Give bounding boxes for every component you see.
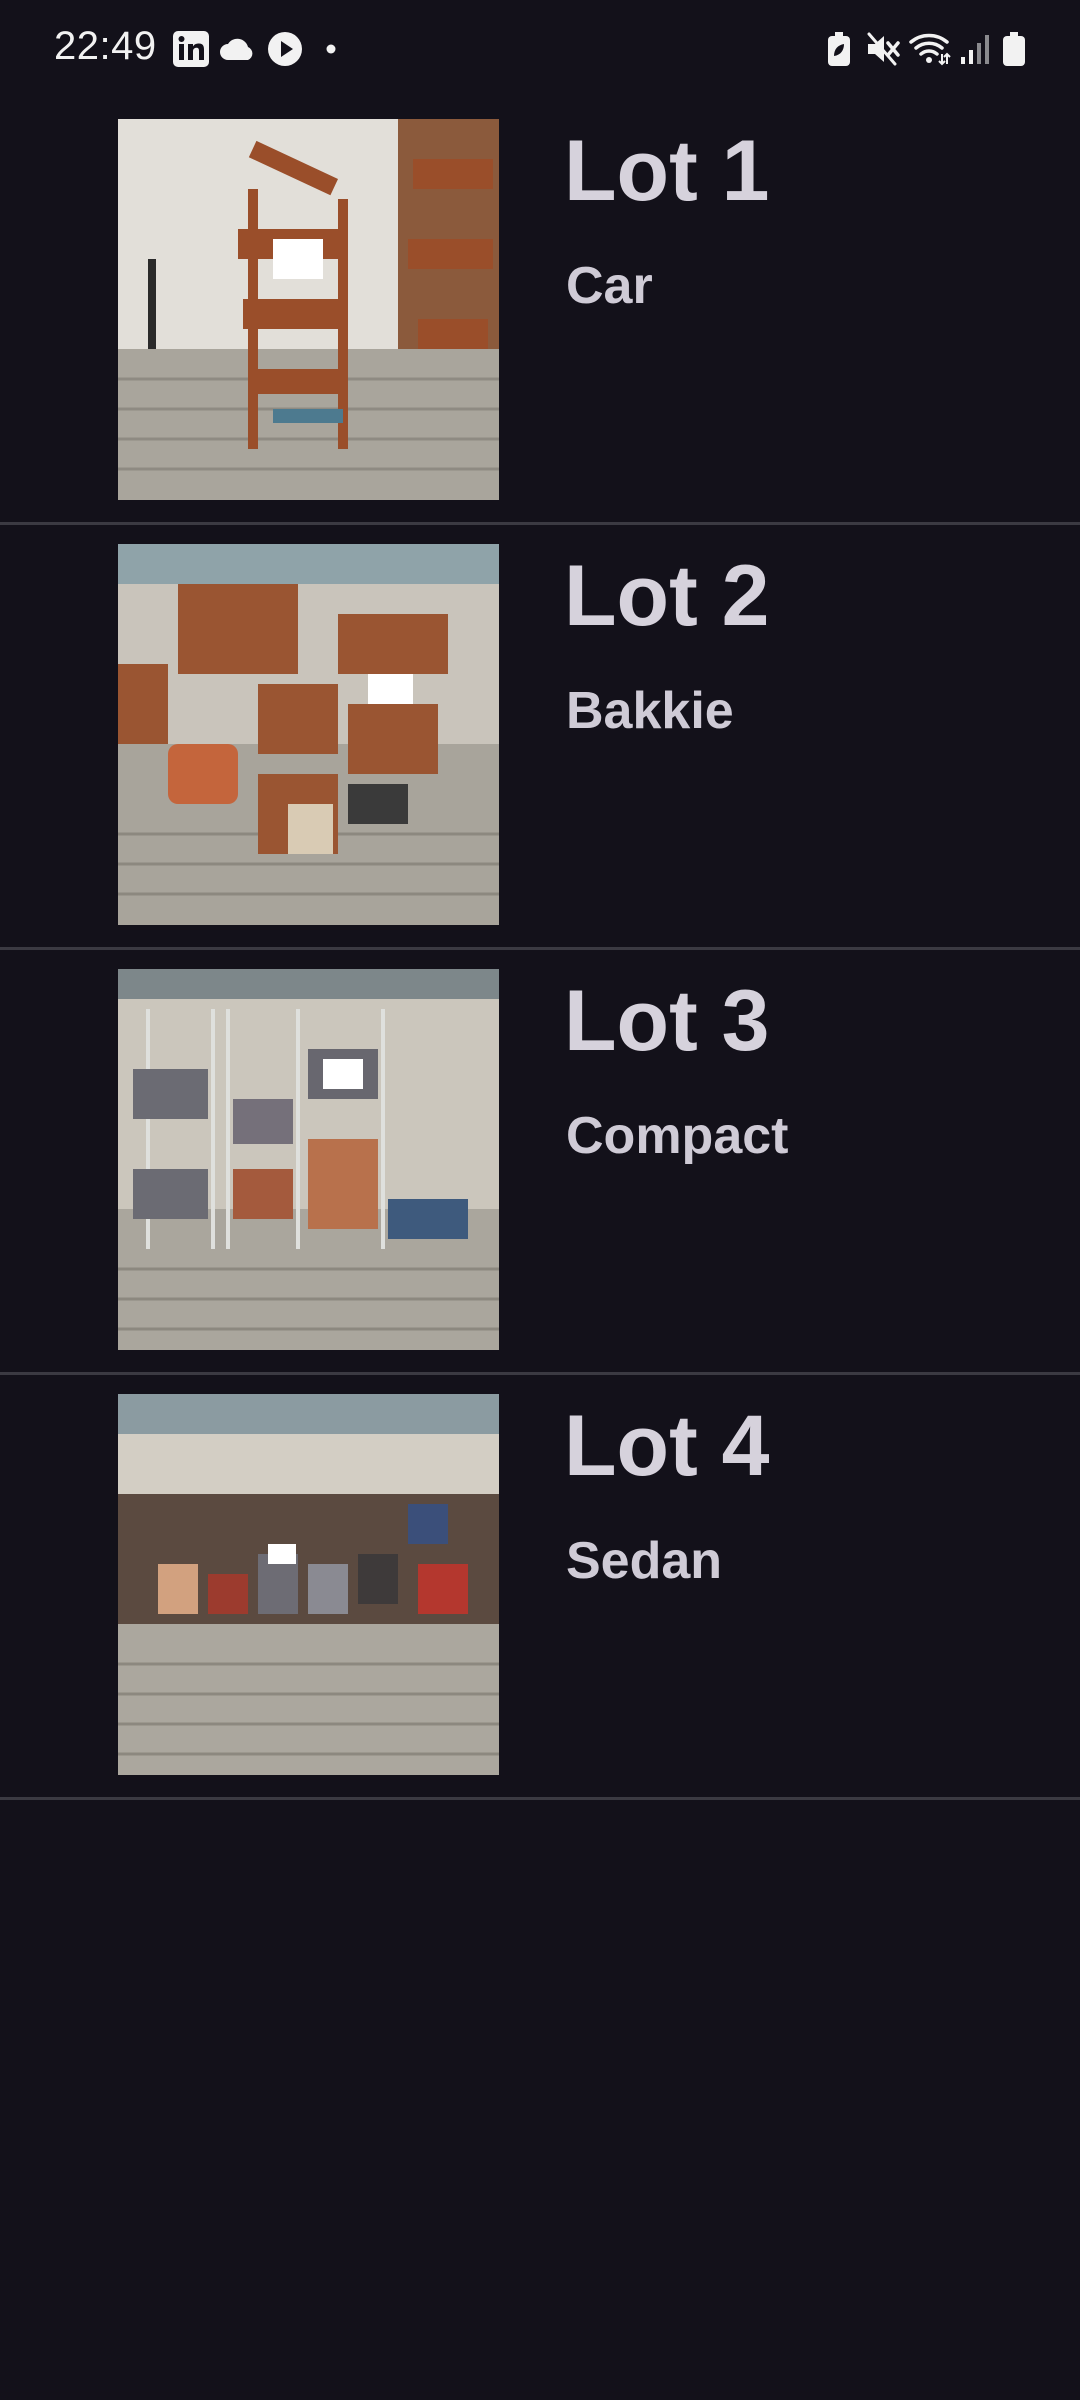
lot-title: Lot 1 <box>564 123 770 219</box>
battery-saver-icon <box>826 28 852 70</box>
lot-thumbnail <box>118 119 499 500</box>
list-item[interactable]: Lot 2 Bakkie <box>0 525 1080 950</box>
lot-list: Lot 1 Car Lot 2 Bakkie Lot 3 Compact Lot… <box>0 100 1080 1800</box>
wifi-icon <box>908 28 952 70</box>
lot-thumbnail <box>118 969 499 1350</box>
play-icon <box>266 28 304 70</box>
lot-title: Lot 3 <box>564 973 770 1069</box>
cloud-icon <box>218 28 258 70</box>
list-item[interactable]: Lot 3 Compact <box>0 950 1080 1375</box>
dot-icon <box>324 28 338 70</box>
signal-icon <box>958 28 992 70</box>
status-time: 22:49 <box>54 24 157 68</box>
linkedin-icon <box>172 28 210 70</box>
lot-subtitle: Bakkie <box>566 682 734 740</box>
lot-title: Lot 2 <box>564 548 770 644</box>
list-item[interactable]: Lot 4 Sedan <box>0 1375 1080 1800</box>
list-item[interactable]: Lot 1 Car <box>0 100 1080 525</box>
lot-subtitle: Sedan <box>566 1532 723 1590</box>
lot-subtitle: Car <box>566 257 653 315</box>
mute-icon <box>864 28 902 70</box>
lot-thumbnail <box>118 1394 499 1775</box>
lot-title: Lot 4 <box>564 1398 770 1494</box>
battery-icon <box>1002 28 1026 70</box>
lot-subtitle: Compact <box>566 1107 789 1165</box>
status-bar: 22:49 <box>0 0 1080 100</box>
lot-thumbnail <box>118 544 499 925</box>
